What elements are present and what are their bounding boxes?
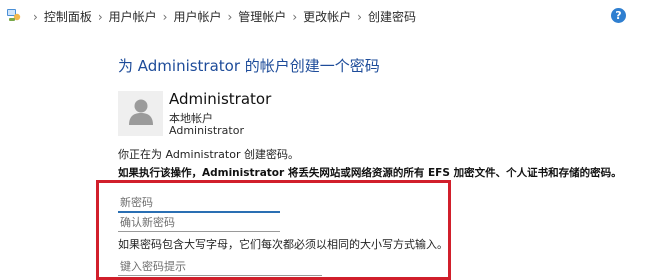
user-avatar-icon	[128, 98, 154, 130]
breadcrumb-item-manage-accounts[interactable]: 管理帐户	[238, 8, 286, 25]
breadcrumb-item-user-accounts-2[interactable]: 用户帐户	[173, 8, 221, 25]
account-group: Administrator	[169, 124, 244, 137]
confirm-password-field[interactable]	[118, 213, 280, 232]
info-text: 你正在为 Administrator 创建密码。	[118, 148, 299, 161]
breadcrumb-item-change-account[interactable]: 更改帐户	[303, 8, 351, 25]
breadcrumb-item-control-panel[interactable]: 控制面板	[44, 8, 92, 25]
case-sensitivity-note: 如果密码包含大写字母，它们每次都必须以相同的大小写方式输入。	[118, 238, 448, 251]
avatar	[118, 91, 163, 136]
page-title: 为 Administrator 的帐户创建一个密码	[118, 57, 380, 75]
warning-text: 如果执行该操作，Administrator 将丢失网站或网络资源的所有 EFS …	[118, 167, 622, 179]
breadcrumb-separator: ›	[97, 9, 103, 24]
new-password-field[interactable]	[118, 193, 280, 213]
breadcrumb: › 控制面板 › 用户帐户 › 用户帐户 › 管理帐户 › 更改帐户 › 创建密…	[27, 8, 416, 25]
breadcrumb-item-user-accounts[interactable]: 用户帐户	[109, 8, 157, 25]
help-icon[interactable]: ?	[611, 8, 626, 23]
breadcrumb-separator: ›	[227, 9, 233, 24]
breadcrumb-separator: ›	[162, 9, 168, 24]
password-hint-field[interactable]	[118, 257, 322, 276]
account-name: Administrator	[169, 90, 272, 108]
breadcrumb-separator: ›	[357, 9, 362, 24]
breadcrumb-separator: ›	[292, 9, 298, 24]
control-panel-icon[interactable]	[6, 7, 22, 23]
breadcrumb-separator: ›	[33, 9, 38, 24]
address-bar: › 控制面板 › 用户帐户 › 用户帐户 › 管理帐户 › 更改帐户 › 创建密…	[0, 0, 663, 32]
breadcrumb-item-create-password[interactable]: 创建密码	[368, 8, 416, 25]
